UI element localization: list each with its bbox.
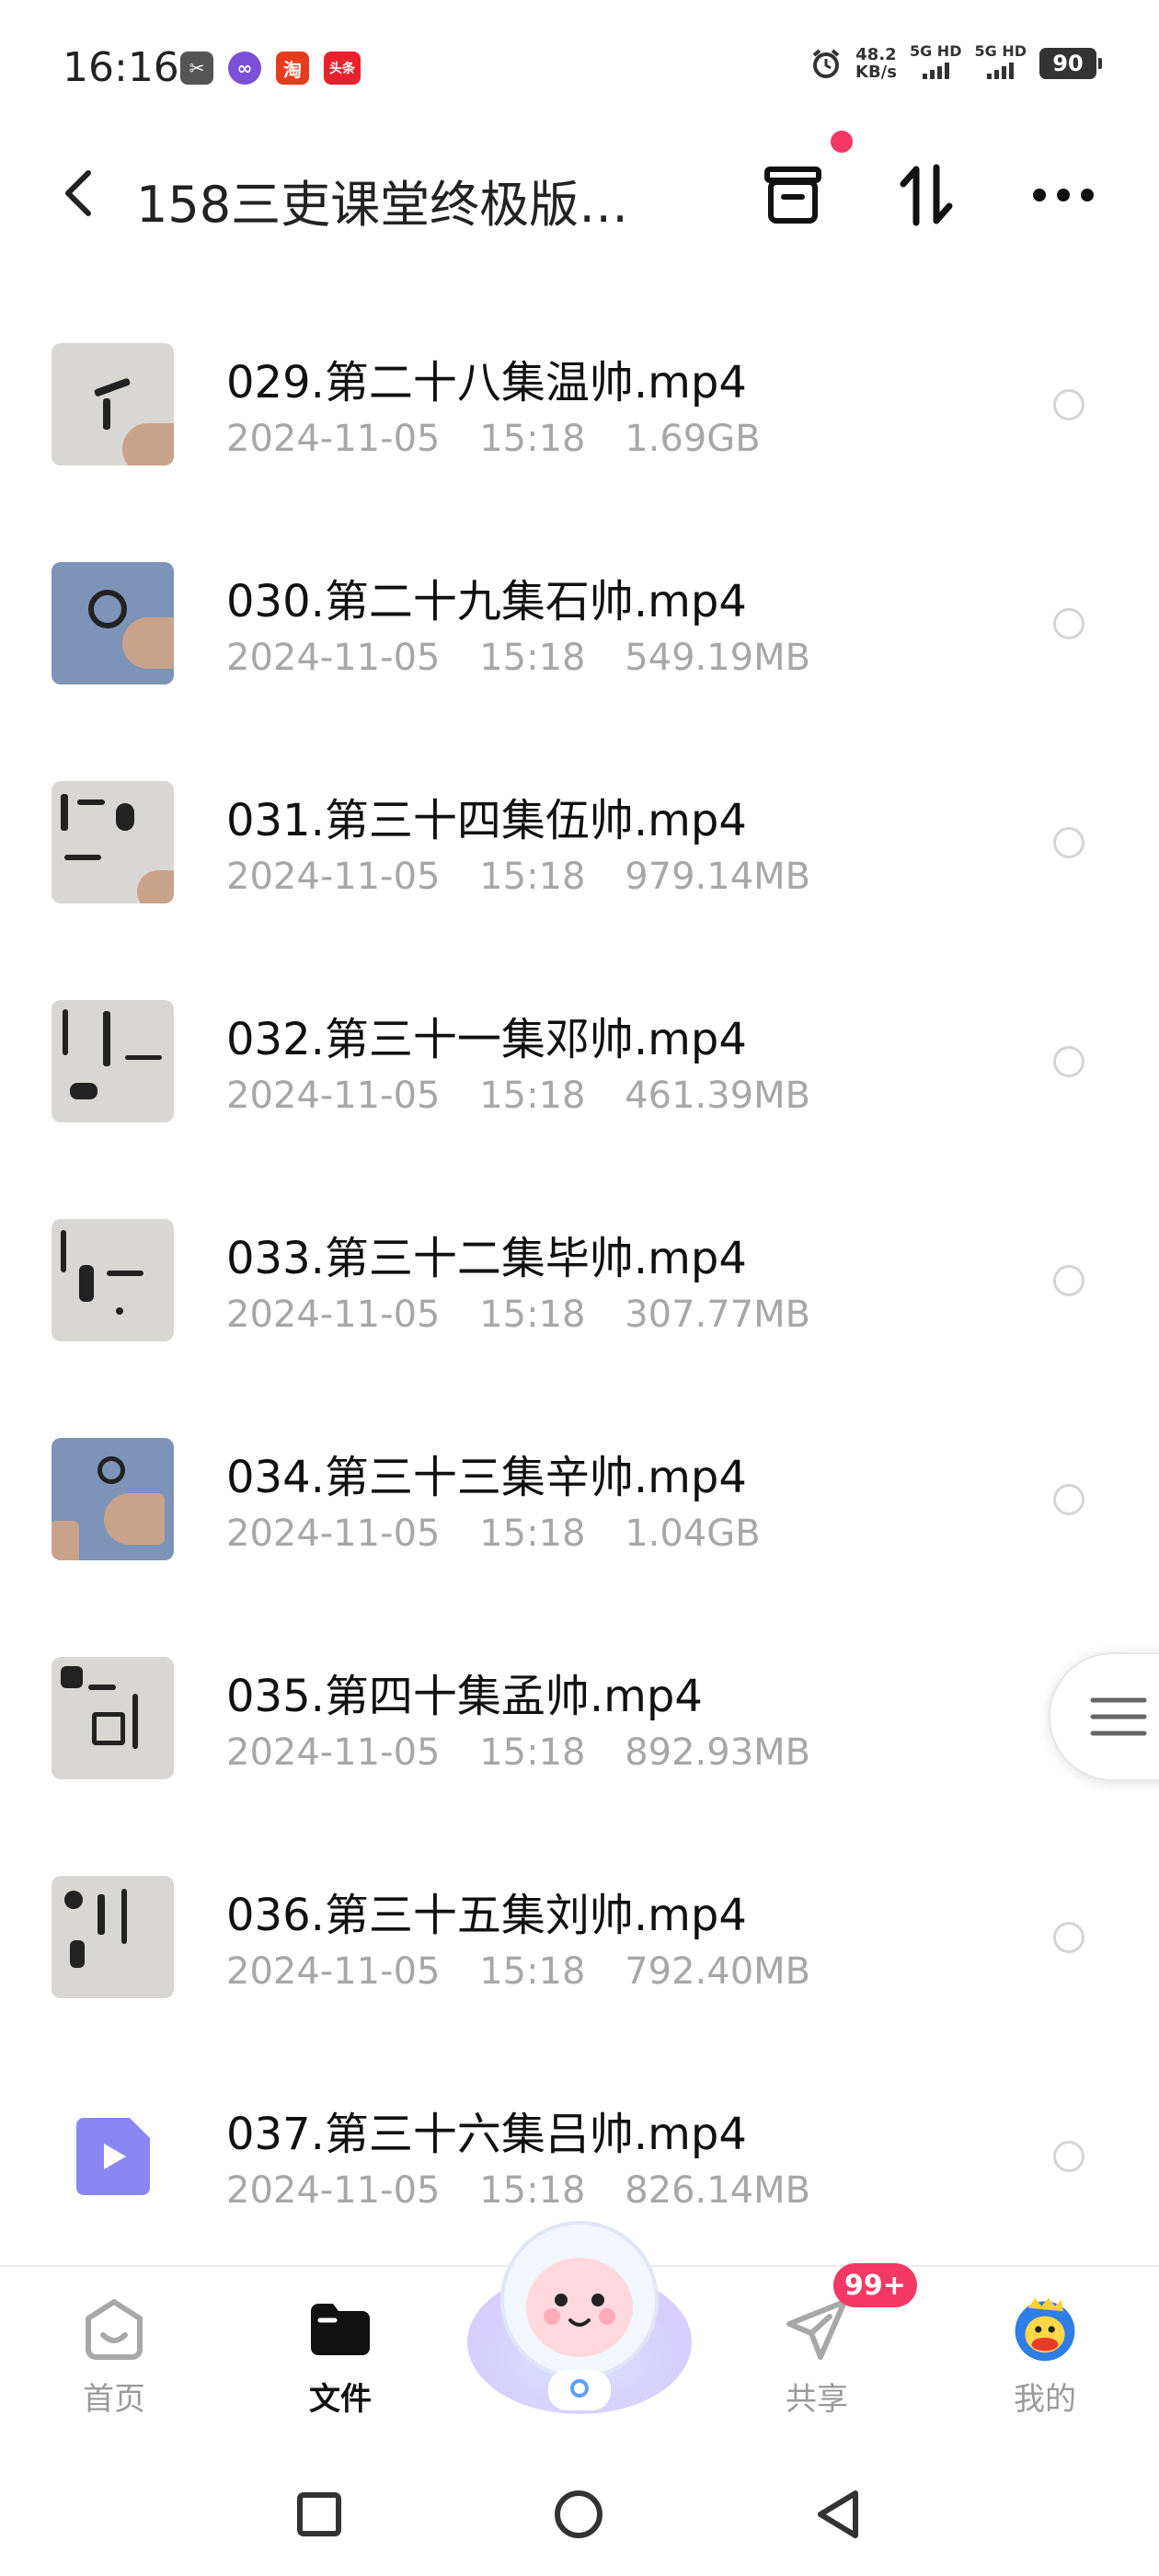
select-checkbox[interactable] <box>1053 1922 1084 1953</box>
video-thumbnail <box>52 562 174 684</box>
sort-arrows-icon <box>900 164 953 226</box>
nav-label: 我的 <box>1014 2381 1076 2418</box>
file-row[interactable]: 029.第二十八集温帅.mp4 2024-11-05 15:18 1.69GB <box>0 309 1159 528</box>
select-checkbox[interactable] <box>1053 1265 1084 1296</box>
profile-avatar-icon <box>1012 2296 1078 2363</box>
file-name: 030.第二十九集石帅.mp4 <box>226 576 747 627</box>
nav-profile[interactable]: 我的 <box>971 2267 1119 2451</box>
select-checkbox[interactable] <box>1053 1484 1084 1515</box>
home-button[interactable] <box>546 2482 611 2547</box>
network-signal-1: 5G HD <box>910 44 961 82</box>
circle-icon <box>555 2490 602 2538</box>
hamburger-menu-icon <box>1090 1697 1147 1736</box>
file-meta: 2024-11-05 15:18 792.40MB <box>226 1950 811 1993</box>
nav-label: 首页 <box>83 2381 145 2418</box>
file-name: 031.第三十四集伍帅.mp4 <box>226 795 747 846</box>
chevron-left-icon <box>65 170 91 216</box>
battery-indicator: 90 <box>1039 47 1102 79</box>
video-thumbnail <box>52 343 174 466</box>
nav-label: 共享 <box>786 2381 848 2418</box>
video-thumbnail <box>52 1219 174 1341</box>
video-thumbnail <box>52 1438 174 1560</box>
file-meta: 2024-11-05 15:18 892.93MB <box>226 1731 811 1774</box>
archive-box-icon <box>764 167 821 224</box>
status-time: 16:16 <box>63 44 179 91</box>
square-icon <box>297 2492 341 2536</box>
file-meta: 2024-11-05 15:18 1.69GB <box>226 418 761 460</box>
file-row[interactable]: 031.第三十四集伍帅.mp4 2024-11-05 15:18 979.14M… <box>0 747 1159 966</box>
triangle-back-icon <box>818 2490 858 2538</box>
notification-dot <box>831 131 853 153</box>
home-icon <box>81 2296 147 2363</box>
share-badge: 99+ <box>833 2263 917 2307</box>
select-checkbox[interactable] <box>1053 827 1084 858</box>
file-meta: 2024-11-05 15:18 549.19MB <box>226 637 811 679</box>
status-indicators: 48.2 KB/s 5G HD 5G HD 90 <box>809 44 1102 82</box>
video-thumbnail <box>52 1657 174 1779</box>
title-bar: 158三吏课堂终极版… <box>0 138 1159 248</box>
back-nav-button[interactable] <box>806 2482 870 2547</box>
system-navigation-bar <box>0 2449 1159 2576</box>
file-name: 032.第三十一集邓帅.mp4 <box>226 1014 747 1065</box>
file-name: 029.第二十八集温帅.mp4 <box>226 357 747 408</box>
file-meta: 2024-11-05 15:18 1.04GB <box>226 1512 761 1555</box>
signal-bars-icon <box>922 59 949 79</box>
file-list: 029.第二十八集温帅.mp4 2024-11-05 15:18 1.69GB … <box>0 309 1159 2263</box>
page-title: 158三吏课堂终极版… <box>136 176 629 234</box>
file-row[interactable]: 030.第二十九集石帅.mp4 2024-11-05 15:18 549.19M… <box>0 528 1159 747</box>
select-checkbox[interactable] <box>1053 1046 1084 1077</box>
alarm-icon <box>812 48 840 78</box>
back-button[interactable] <box>52 166 107 221</box>
status-bar: 16:16 ✂ ∞ 淘 头条 48.2 KB/s 5G HD 5G HD 90 <box>0 0 1159 138</box>
file-name: 033.第三十二集毕帅.mp4 <box>226 1233 747 1284</box>
video-thumbnail <box>52 781 174 903</box>
link-app-icon: ∞ <box>228 52 261 85</box>
video-file-icon <box>52 2095 174 2217</box>
taobao-app-icon: 淘 <box>276 52 309 85</box>
file-row[interactable]: 032.第三十一集邓帅.mp4 2024-11-05 15:18 461.39M… <box>0 966 1159 1185</box>
nav-files[interactable]: 文件 <box>267 2267 414 2451</box>
status-app-icons: ✂ ∞ 淘 头条 <box>180 52 361 85</box>
file-row[interactable]: 036.第三十五集刘帅.mp4 2024-11-05 15:18 792.40M… <box>0 1842 1159 2061</box>
signal-bars-icon <box>987 59 1015 79</box>
more-options-button[interactable] <box>1027 158 1100 232</box>
file-row[interactable]: 034.第三十三集辛帅.mp4 2024-11-05 15:18 1.04GB <box>0 1404 1159 1623</box>
file-name: 037.第三十六集吕帅.mp4 <box>226 2109 747 2160</box>
net-speed: 48.2 KB/s <box>855 44 897 82</box>
network-signal-2: 5G HD <box>974 44 1027 82</box>
file-row[interactable]: 035.第四十集孟帅.mp4 2024-11-05 15:18 892.93MB <box>0 1623 1159 1842</box>
file-meta: 2024-11-05 15:18 307.77MB <box>226 1294 811 1336</box>
select-checkbox[interactable] <box>1053 389 1084 420</box>
scissors-app-icon: ✂ <box>180 52 213 85</box>
video-thumbnail <box>52 1876 174 1998</box>
file-meta: 2024-11-05 15:18 461.39MB <box>226 1075 811 1117</box>
more-dots-icon <box>1033 189 1094 201</box>
video-thumbnail <box>52 1000 174 1122</box>
file-row[interactable]: 033.第三十二集毕帅.mp4 2024-11-05 15:18 307.77M… <box>0 1185 1159 1404</box>
select-checkbox[interactable] <box>1053 2141 1084 2172</box>
sort-button[interactable] <box>890 158 964 232</box>
nav-home[interactable]: 首页 <box>40 2267 188 2451</box>
file-name: 034.第三十三集辛帅.mp4 <box>226 1452 747 1503</box>
folder-icon <box>307 2296 373 2363</box>
archive-button[interactable] <box>756 158 830 232</box>
nav-label: 文件 <box>309 2381 372 2418</box>
file-name: 036.第三十五集刘帅.mp4 <box>226 1890 747 1941</box>
share-icon <box>784 2296 850 2363</box>
toutiao-app-icon: 头条 <box>324 52 361 85</box>
ai-assistant-mascot-button[interactable] <box>460 2204 699 2421</box>
file-name: 035.第四十集孟帅.mp4 <box>226 1671 703 1722</box>
recent-apps-button[interactable] <box>287 2482 351 2547</box>
select-checkbox[interactable] <box>1053 608 1084 639</box>
file-meta: 2024-11-05 15:18 979.14MB <box>226 856 811 898</box>
astronaut-mascot-icon <box>467 2221 692 2414</box>
